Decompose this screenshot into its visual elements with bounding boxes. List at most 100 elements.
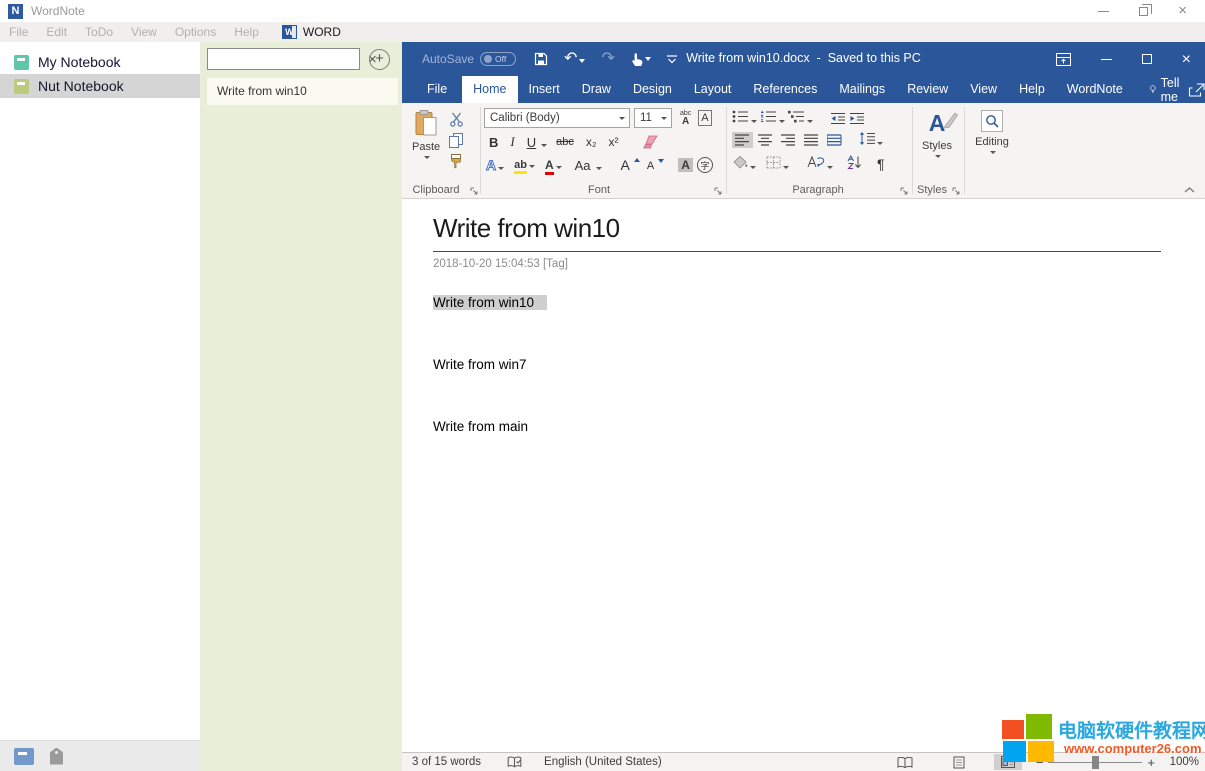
italic-button[interactable]: I bbox=[507, 134, 517, 150]
change-case-button[interactable]: Aa bbox=[572, 158, 602, 173]
justify-button[interactable] bbox=[801, 132, 822, 148]
collapse-ribbon-icon[interactable] bbox=[1184, 186, 1195, 193]
quick-access-toolbar: ↶ ↷ bbox=[534, 50, 677, 68]
tab-word-document[interactable]: W WORD bbox=[282, 25, 341, 39]
cut-icon[interactable] bbox=[449, 112, 464, 127]
align-center-button[interactable] bbox=[755, 132, 776, 148]
tab-view[interactable]: View bbox=[959, 76, 1008, 103]
distribute-button[interactable] bbox=[824, 132, 845, 148]
enclose-characters-button[interactable]: 字 bbox=[697, 157, 713, 173]
save-icon[interactable] bbox=[534, 52, 548, 66]
print-layout-button[interactable] bbox=[946, 754, 972, 771]
selected-text[interactable]: Write from win10 bbox=[433, 295, 547, 310]
menu-view[interactable]: View bbox=[122, 25, 166, 39]
strikethrough-button[interactable]: abc bbox=[553, 136, 577, 148]
superscript-button[interactable]: x² bbox=[606, 135, 622, 149]
multilevel-list-button[interactable] bbox=[788, 110, 813, 126]
word-close-icon[interactable]: × bbox=[1182, 53, 1191, 66]
font-dialog-launcher-icon[interactable] bbox=[714, 187, 722, 195]
note-search-input[interactable] bbox=[208, 50, 368, 68]
menu-file[interactable]: File bbox=[0, 25, 37, 39]
tab-references[interactable]: References bbox=[742, 76, 828, 103]
show-paragraph-marks-button[interactable]: ¶ bbox=[874, 156, 888, 172]
align-right-button[interactable] bbox=[778, 132, 799, 148]
clear-formatting-icon[interactable] bbox=[642, 135, 658, 149]
decrease-indent-icon[interactable] bbox=[830, 112, 846, 125]
font-name-select[interactable]: Calibri (Body) bbox=[484, 108, 630, 128]
note-list-item[interactable]: Write from win10 bbox=[207, 78, 398, 105]
customize-qat-icon[interactable] bbox=[667, 55, 677, 64]
sidebar-footer bbox=[0, 740, 200, 771]
undo-icon: ↶ bbox=[564, 50, 577, 67]
text-highlight-button[interactable]: ab bbox=[514, 159, 535, 171]
shrink-font-button[interactable]: A bbox=[644, 159, 664, 172]
editing-button[interactable]: Editing bbox=[970, 110, 1014, 154]
shading-button[interactable] bbox=[732, 155, 756, 172]
tab-home[interactable]: Home bbox=[462, 76, 517, 103]
share-icon[interactable] bbox=[1188, 83, 1205, 97]
increase-indent-icon[interactable] bbox=[849, 112, 865, 125]
ribbon-display-options-icon[interactable] bbox=[1056, 53, 1071, 66]
clipboard-dialog-launcher-icon[interactable] bbox=[470, 187, 478, 195]
asian-layout-button[interactable] bbox=[807, 155, 833, 172]
autosave-dot bbox=[484, 55, 492, 63]
word-maximize-icon[interactable] bbox=[1142, 54, 1152, 64]
tab-mailings[interactable]: Mailings bbox=[828, 76, 896, 103]
document-title: Write from win10.docx - Saved to this PC bbox=[686, 51, 921, 65]
language-status[interactable]: English (United States) bbox=[544, 756, 662, 768]
document-canvas[interactable]: Write from win10 2018-10-20 15:04:53 [Ta… bbox=[402, 199, 1205, 752]
styles-button[interactable]: A Styles bbox=[918, 110, 956, 158]
word-minimize-icon[interactable] bbox=[1101, 59, 1112, 60]
menu-edit[interactable]: Edit bbox=[37, 25, 76, 39]
align-left-button[interactable] bbox=[732, 132, 753, 148]
bold-button[interactable]: B bbox=[486, 135, 501, 150]
grow-font-button[interactable]: A bbox=[618, 157, 640, 173]
sort-button[interactable] bbox=[847, 155, 862, 172]
tab-layout[interactable]: Layout bbox=[683, 76, 743, 103]
tab-review[interactable]: Review bbox=[896, 76, 959, 103]
tab-draw[interactable]: Draw bbox=[571, 76, 622, 103]
borders-button[interactable] bbox=[766, 156, 789, 172]
menu-help[interactable]: Help bbox=[225, 25, 268, 39]
autosave-toggle[interactable]: AutoSave Off bbox=[422, 52, 516, 66]
word-count[interactable]: 3 of 15 words bbox=[412, 756, 481, 768]
character-border-button[interactable]: A bbox=[698, 110, 711, 126]
character-shading-button[interactable]: A bbox=[678, 158, 693, 172]
underline-button[interactable]: U bbox=[524, 135, 547, 150]
tab-insert[interactable]: Insert bbox=[518, 76, 571, 103]
tab-file[interactable]: File bbox=[412, 76, 462, 103]
font-size-select[interactable]: 11 bbox=[634, 108, 672, 128]
styles-dialog-launcher-icon[interactable] bbox=[952, 187, 960, 195]
bullets-button[interactable] bbox=[732, 110, 757, 126]
format-painter-icon[interactable] bbox=[449, 154, 463, 169]
sidebar-item-nut-notebook[interactable]: Nut Notebook bbox=[0, 74, 200, 98]
copy-icon[interactable] bbox=[449, 133, 463, 148]
redo-icon[interactable]: ↷ bbox=[601, 51, 614, 67]
line-spacing-button[interactable] bbox=[859, 132, 883, 148]
numbering-button[interactable] bbox=[760, 110, 785, 126]
font-color-button[interactable]: A bbox=[545, 159, 562, 172]
proofing-status-icon[interactable] bbox=[507, 756, 522, 769]
undo-button[interactable]: ↶ bbox=[564, 50, 585, 68]
tell-me-box[interactable]: Tell me bbox=[1146, 76, 1188, 103]
ms-logo-red-square bbox=[1002, 720, 1024, 739]
paragraph-dialog-launcher-icon[interactable] bbox=[900, 187, 908, 195]
tab-help[interactable]: Help bbox=[1008, 76, 1056, 103]
add-note-button[interactable]: + bbox=[369, 49, 390, 70]
touch-mode-button[interactable] bbox=[631, 52, 651, 67]
sidebar-item-my-notebook[interactable]: My Notebook bbox=[0, 50, 200, 74]
wordnote-minimize-icon[interactable] bbox=[1098, 11, 1109, 12]
read-mode-button[interactable] bbox=[890, 755, 920, 770]
phonetic-guide-button[interactable]: abc A bbox=[680, 110, 691, 127]
tab-design[interactable]: Design bbox=[622, 76, 683, 103]
add-notebook-icon[interactable] bbox=[14, 748, 34, 765]
wordnote-restore-icon[interactable] bbox=[1139, 7, 1148, 16]
subscript-button[interactable]: x₂ bbox=[583, 135, 600, 149]
wordnote-close-icon[interactable]: × bbox=[1178, 5, 1187, 17]
tag-icon[interactable] bbox=[50, 748, 63, 765]
menu-options[interactable]: Options bbox=[166, 25, 225, 39]
paste-button[interactable]: Paste bbox=[412, 110, 440, 159]
tab-wordnote[interactable]: WordNote bbox=[1056, 76, 1134, 103]
menu-todo[interactable]: ToDo bbox=[76, 25, 122, 39]
text-effects-button[interactable]: A bbox=[486, 157, 504, 173]
